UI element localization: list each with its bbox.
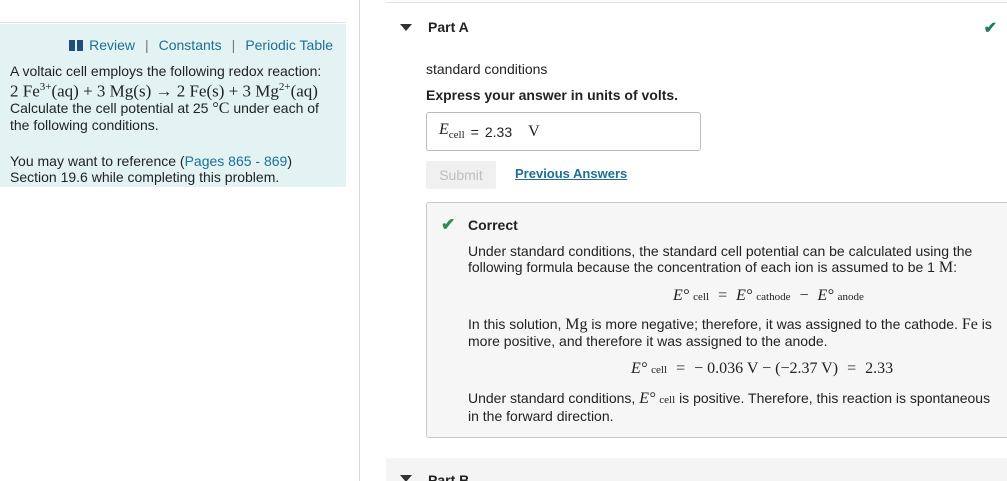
reaction-charge: 3+	[39, 81, 52, 93]
part-a-card: Part A ✔ standard conditions Express you…	[386, 2, 1007, 447]
problem-statement: A voltaic cell employs the following red…	[10, 63, 335, 185]
checkmark-icon: ✔	[983, 20, 997, 37]
part-a-header[interactable]: Part A ✔	[386, 3, 1007, 51]
answer-value: 2.33	[484, 123, 513, 140]
answer-field[interactable]: Ecell = 2.33 V	[426, 112, 701, 151]
feedback-title: Correct	[468, 217, 518, 233]
feedback-box: ✔ Correct Under standard conditions, the…	[426, 202, 1007, 438]
feedback-text: Under standard conditions,	[468, 390, 636, 406]
formula-subscript: cell	[651, 364, 668, 376]
symbol-subscript: cell	[448, 129, 465, 142]
equals-sign: =	[470, 123, 479, 140]
formula-subscript: anode	[837, 291, 864, 303]
formula-term: E°	[631, 360, 648, 377]
panel-divider	[359, 0, 360, 481]
reaction-part: (aq) + 3 Mg(s) → 2 Fe(s) + 3 Mg	[51, 81, 279, 101]
reference-links: Review | Constants | Periodic Table	[69, 37, 333, 53]
answer-symbol: Ecell	[439, 121, 465, 141]
periodic-table-link[interactable]: Periodic Table	[245, 37, 333, 53]
note-text: You may want to reference (	[10, 152, 185, 169]
feedback-text: Under standard conditions, the standard …	[468, 243, 973, 275]
feedback-text: is more negative; therefore, it was assi…	[591, 316, 958, 332]
collapse-caret-icon[interactable]	[400, 475, 412, 481]
task-text: Calculate the cell potential at 25	[10, 99, 209, 116]
element-symbol: Mg	[565, 316, 588, 333]
feedback-paragraph: In this solution, Mg is more negative; t…	[468, 316, 998, 349]
answer-instruction: Express your answer in units of volts.	[426, 87, 679, 103]
formula-operator: =	[847, 360, 857, 377]
formula-subscript: cathode	[756, 291, 791, 303]
link-separator: |	[231, 37, 236, 53]
part-b-title: Part B	[428, 472, 470, 481]
submit-button[interactable]: Submit	[426, 161, 496, 189]
problem-task: Calculate the cell potential at 25 °C un…	[10, 100, 335, 133]
feedback-text: In this solution,	[468, 316, 562, 332]
formula-subscript: cell	[659, 394, 676, 406]
formula-result: 2.33	[865, 360, 894, 377]
molar-unit: M	[938, 259, 954, 276]
review-link[interactable]: Review	[89, 37, 135, 53]
cell-potential-formula: E° cell = E° cathode − E° anode	[673, 287, 864, 305]
symbol-letter: E	[439, 121, 449, 139]
formula-subscript: cell	[693, 291, 710, 303]
cell-potential-calculation: E° cell = − 0.036 V − (−2.37 V) = 2.33	[631, 360, 893, 378]
collapse-caret-icon[interactable]	[400, 24, 412, 31]
problem-intro: A voltaic cell employs the following red…	[10, 63, 322, 79]
formula-term: E°	[639, 390, 656, 407]
answer-unit: V	[528, 122, 540, 140]
problem-panel: Review | Constants | Periodic Table A vo…	[0, 24, 346, 187]
formula-operator: −	[799, 287, 809, 304]
feedback-text: :	[953, 259, 957, 275]
formula-operator: =	[676, 360, 686, 377]
reaction-charge: 2+	[278, 81, 291, 93]
formula-expression: − 0.036 V − (−2.37 V)	[694, 360, 839, 377]
formula-term: E°	[736, 287, 753, 304]
redox-reaction: 2 Fe3+(aq) + 3 Mg(s) → 2 Fe(s) + 3 Mg2+(…	[10, 79, 335, 100]
reaction-part: 2 Fe	[10, 81, 40, 101]
previous-answers-link[interactable]: Previous Answers	[515, 166, 627, 181]
book-icon	[69, 39, 84, 51]
reaction-part: (aq)	[290, 81, 318, 101]
link-separator: |	[144, 37, 149, 53]
pages-link[interactable]: Pages 865 - 869	[185, 153, 288, 169]
part-b-header[interactable]: Part B	[386, 458, 1007, 481]
element-symbol: Fe	[961, 316, 978, 333]
degree-unit: °C	[212, 99, 230, 117]
formula-term: E°	[673, 287, 690, 304]
feedback-paragraph: Under standard conditions, the standard …	[468, 243, 998, 276]
formula-term: E°	[817, 287, 834, 304]
constants-link[interactable]: Constants	[159, 37, 222, 53]
feedback-paragraph: Under standard conditions, E° cell is po…	[468, 390, 998, 424]
part-a-title: Part A	[428, 19, 469, 35]
left-top-divider	[0, 22, 346, 23]
condition-label: standard conditions	[426, 61, 548, 77]
correct-check-icon: ✔	[441, 215, 456, 234]
formula-operator: =	[718, 287, 728, 304]
reference-note: You may want to reference (Pages 865 - 8…	[10, 153, 335, 185]
